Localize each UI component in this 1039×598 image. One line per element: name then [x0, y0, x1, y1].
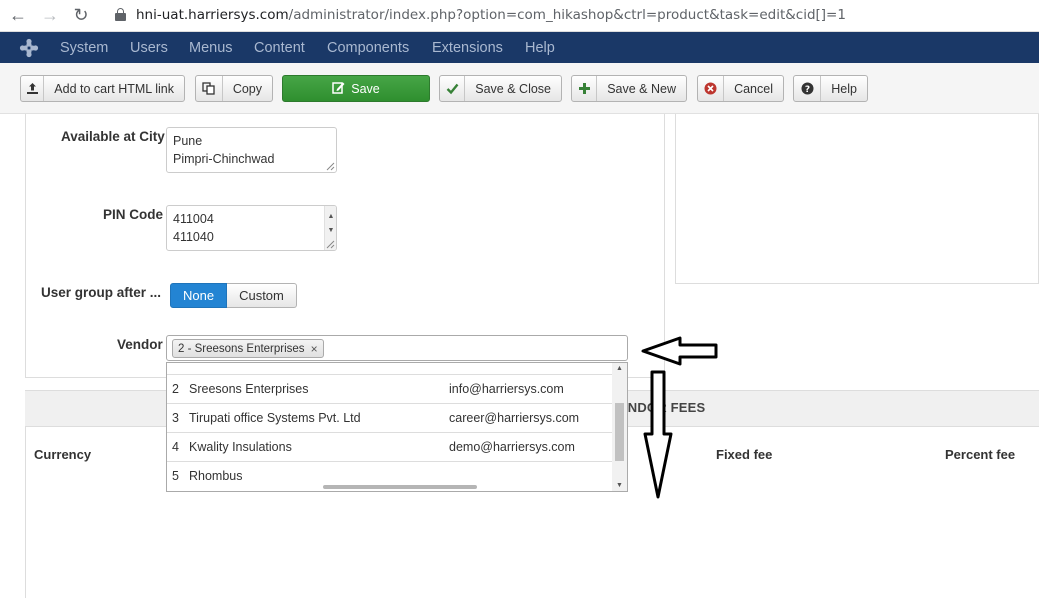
menu-menus[interactable]: Menus	[189, 40, 233, 56]
menu-system[interactable]: System	[60, 40, 108, 56]
list-item[interactable]: 3 Tirupati office Systems Pvt. Ltd caree…	[167, 404, 613, 433]
vendor-email: demo@harriersys.com	[449, 440, 575, 454]
save-button[interactable]: Save	[282, 75, 430, 102]
add-to-cart-label: Add to cart HTML link	[54, 81, 174, 96]
svg-text:?: ?	[805, 85, 810, 95]
pin-label: PIN Code	[103, 207, 164, 222]
save-label: Save	[351, 81, 380, 96]
forward-arrow-icon[interactable]: →	[38, 4, 62, 26]
usergroup-label: User group after ...	[41, 285, 162, 300]
cancel-circle-icon	[698, 76, 725, 101]
resize-grip-icon[interactable]	[326, 162, 335, 171]
pin-line: 411004	[173, 212, 214, 226]
reload-icon[interactable]: ↻	[69, 4, 93, 26]
vendor-id: 4	[172, 440, 179, 454]
vendor-select[interactable]: 2 - Sreesons Enterprises ×	[166, 335, 628, 361]
usergroup-none-button[interactable]: None	[170, 283, 228, 308]
vendor-dropdown: 2 Sreesons Enterprises info@harriersys.c…	[166, 362, 628, 492]
fixed-fee-column-header: Fixed fee	[716, 447, 773, 462]
toolbar: Add to cart HTML link Copy Save Save & C…	[0, 63, 1039, 114]
city-line: Pimpri-Chinchwad	[173, 152, 275, 166]
vendor-name: Kwality Insulations	[189, 440, 292, 454]
vendor-name: Sreesons Enterprises	[189, 382, 309, 396]
vendor-id: 3	[172, 411, 179, 425]
copy-icon	[196, 76, 223, 101]
copy-button[interactable]: Copy	[195, 75, 273, 102]
vendor-name: Rhombus	[189, 469, 243, 483]
save-new-label: Save & New	[607, 81, 676, 96]
vendor-chip: 2 - Sreesons Enterprises ×	[172, 339, 324, 358]
menu-users[interactable]: Users	[130, 40, 168, 56]
add-to-cart-html-link-button[interactable]: Add to cart HTML link	[20, 75, 185, 102]
scrollbar-thumb[interactable]	[615, 403, 624, 461]
vendor-chip-label: 2 - Sreesons Enterprises	[178, 342, 305, 355]
remove-chip-icon[interactable]: ×	[311, 342, 318, 356]
cancel-button[interactable]: Cancel	[697, 75, 784, 102]
question-circle-icon: ?	[794, 76, 822, 101]
menu-content[interactable]: Content	[254, 40, 305, 56]
percent-fee-column-header: Percent fee	[945, 447, 1016, 462]
upload-icon	[21, 76, 45, 101]
scroll-down-icon[interactable]: ▼	[325, 222, 336, 240]
vendor-label: Vendor	[117, 337, 163, 352]
vendor-email: career@harriersys.com	[449, 411, 580, 425]
url-path: /administrator/index.php?option=com_hika…	[288, 7, 846, 23]
pin-line: 411040	[173, 230, 214, 244]
plus-icon	[572, 76, 598, 101]
city-label: Available at City	[61, 129, 165, 144]
scroll-up-icon[interactable]: ▲	[612, 365, 627, 372]
right-side-panel	[675, 114, 1039, 284]
help-label: Help	[831, 81, 857, 96]
browser-address-bar: ← → ↻ hni-uat.harriersys.com/administrat…	[0, 0, 1039, 32]
list-item[interactable]: 4 Kwality Insulations demo@harriersys.co…	[167, 433, 613, 462]
checkmark-icon	[440, 76, 466, 101]
usergroup-toggle: None Custom	[170, 283, 297, 308]
cancel-label: Cancel	[734, 81, 773, 96]
save-close-button[interactable]: Save & Close	[439, 75, 562, 102]
scroll-down-icon[interactable]: ▼	[612, 482, 627, 489]
dropdown-horizontal-scrollbar[interactable]	[323, 485, 477, 489]
currency-column-header: Currency	[34, 447, 92, 462]
back-arrow-icon[interactable]: ←	[6, 4, 30, 26]
save-close-label: Save & Close	[475, 81, 551, 96]
menu-components[interactable]: Components	[327, 40, 409, 56]
dropdown-vertical-scrollbar[interactable]: ▲ ▼	[612, 363, 627, 491]
vendor-id: 2	[172, 382, 179, 396]
vendor-name: Tirupati office Systems Pvt. Ltd	[189, 411, 361, 425]
url-field[interactable]: hni-uat.harriersys.com/administrator/ind…	[136, 7, 846, 23]
help-button[interactable]: ? Help	[793, 75, 868, 102]
url-host: hni-uat.harriersys.com	[136, 7, 289, 23]
edit-icon	[332, 81, 345, 97]
list-item[interactable]	[167, 363, 613, 375]
lock-icon[interactable]	[115, 8, 126, 21]
city-line: Pune	[173, 134, 203, 148]
vendor-id: 5	[172, 469, 179, 483]
list-item[interactable]: 2 Sreesons Enterprises info@harriersys.c…	[167, 375, 613, 404]
usergroup-custom-button[interactable]: Custom	[227, 283, 297, 308]
admin-top-menu: System Users Menus Content Components Ex…	[0, 32, 1039, 63]
copy-label: Copy	[232, 81, 262, 96]
resize-grip-icon[interactable]	[326, 240, 335, 249]
city-textarea[interactable]: Pune Pimpri-Chinchwad	[166, 127, 337, 173]
pin-textarea[interactable]: 411004 411040 ▲ ▼	[166, 205, 337, 251]
menu-extensions[interactable]: Extensions	[432, 40, 503, 56]
vendor-email: info@harriersys.com	[449, 382, 564, 396]
joomla-logo-icon[interactable]	[19, 38, 39, 58]
menu-help[interactable]: Help	[525, 40, 555, 56]
save-new-button[interactable]: Save & New	[571, 75, 687, 102]
